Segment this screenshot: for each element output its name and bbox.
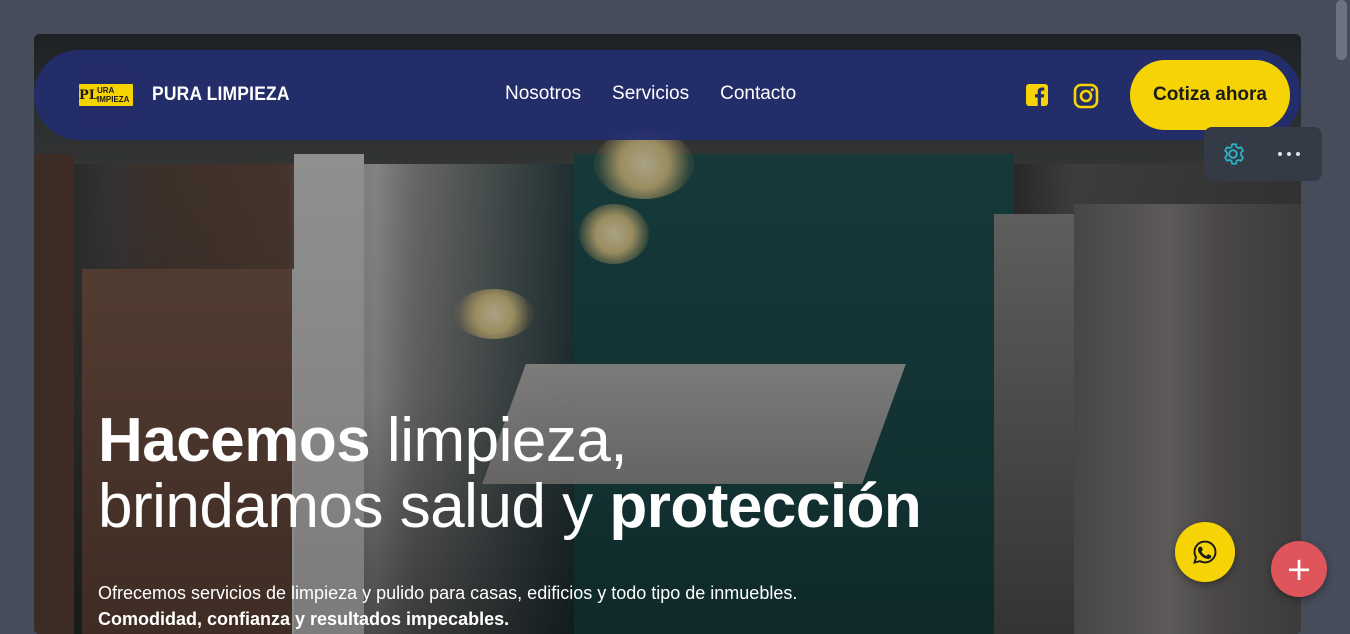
main-navbar: PL URA IMPIEZA PURA LIMPIEZA Nosotros Se… <box>34 50 1301 140</box>
nav-links: Nosotros Servicios Contacto <box>505 83 796 105</box>
brand-logo[interactable]: PL URA IMPIEZA <box>76 66 136 124</box>
hero-subtitle: Ofrecemos servicios de limpieza y pulido… <box>98 580 858 632</box>
hero-title-light-2: brindamos salud y <box>98 472 610 541</box>
logo-letters: PL <box>79 87 98 103</box>
logo-word-1: URA <box>97 86 115 95</box>
hero-title-light-1: limpieza, <box>370 406 628 475</box>
quote-button[interactable]: Cotiza ahora <box>1130 60 1290 130</box>
more-dots-icon[interactable] <box>1278 152 1300 156</box>
add-button[interactable]: + <box>1271 541 1327 597</box>
brand-name[interactable]: PURA LIMPIEZA <box>152 84 290 106</box>
page-scrollbar[interactable] <box>1333 0 1350 621</box>
dot <box>1296 152 1300 156</box>
hero-title-bold-2: protección <box>609 472 922 541</box>
nav-link-nosotros[interactable]: Nosotros <box>505 83 581 105</box>
hero-title: Hacemos limpieza, brindamos salud y prot… <box>98 406 922 541</box>
whatsapp-icon <box>1193 540 1217 564</box>
nav-link-servicios[interactable]: Servicios <box>612 83 689 105</box>
gear-icon[interactable] <box>1220 141 1246 167</box>
logo-words: URA IMPIEZA <box>97 86 129 104</box>
instagram-icon[interactable] <box>1073 83 1099 109</box>
dot <box>1287 152 1291 156</box>
facebook-icon[interactable] <box>1025 83 1049 107</box>
hero-subtitle-strong: Comodidad, confianza y resultados impeca… <box>98 609 510 629</box>
hero-title-bold-1: Hacemos <box>98 406 371 475</box>
whatsapp-button[interactable] <box>1175 522 1235 582</box>
editor-toolbar <box>1204 127 1322 181</box>
dot <box>1278 152 1282 156</box>
logo-mark: PL URA IMPIEZA <box>79 84 133 106</box>
hero-subtitle-text: Ofrecemos servicios de limpieza y pulido… <box>98 583 798 603</box>
scrollbar-thumb[interactable] <box>1336 0 1347 60</box>
nav-link-contacto[interactable]: Contacto <box>720 83 796 105</box>
logo-word-2: IMPIEZA <box>97 95 130 104</box>
